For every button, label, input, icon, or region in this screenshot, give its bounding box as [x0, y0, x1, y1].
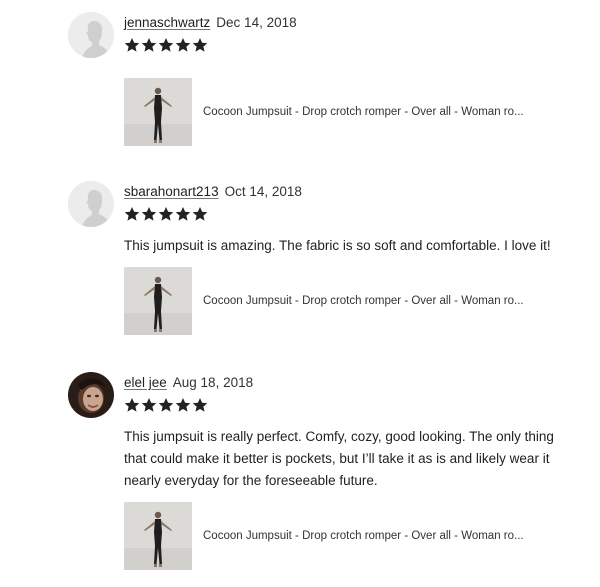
star-icon — [175, 38, 191, 52]
review-meta: elel jee Aug 18, 2018 — [124, 374, 253, 392]
star-rating — [124, 397, 208, 417]
star-icon — [158, 207, 174, 221]
product-title[interactable]: Cocoon Jumpsuit - Drop crotch romper - O… — [203, 295, 543, 307]
review-date: Aug 18, 2018 — [172, 375, 254, 390]
review-date: Dec 14, 2018 — [216, 15, 297, 30]
star-icon — [158, 38, 174, 52]
star-icon — [158, 398, 174, 412]
star-icon — [124, 207, 140, 221]
product-title[interactable]: Cocoon Jumpsuit - Drop crotch romper - O… — [203, 530, 543, 542]
star-icon — [192, 398, 208, 412]
review-text: This jumpsuit is really perfect. Comfy, … — [124, 429, 554, 488]
star-rating — [124, 37, 208, 57]
reviewer-username[interactable]: jennaschwartz — [124, 15, 210, 30]
reviewer-username[interactable]: sbarahonart213 — [124, 184, 219, 199]
purchased-product-link[interactable]: Cocoon Jumpsuit - Drop crotch romper - O… — [124, 502, 543, 570]
review-meta: jennaschwartz Dec 14, 2018 — [124, 14, 297, 32]
star-icon — [175, 207, 191, 221]
star-icon — [141, 398, 157, 412]
star-icon — [124, 38, 140, 52]
review-meta: sbarahonart213 Oct 14, 2018 — [124, 183, 302, 201]
purchased-product-link[interactable]: Cocoon Jumpsuit - Drop crotch romper - O… — [124, 267, 543, 335]
default-avatar-icon[interactable] — [68, 181, 114, 227]
review-date: Oct 14, 2018 — [224, 184, 302, 199]
reviewer-username[interactable]: elel jee — [124, 375, 167, 390]
star-icon — [141, 207, 157, 221]
product-thumbnail[interactable] — [124, 78, 192, 146]
product-thumbnail[interactable] — [124, 267, 192, 335]
product-title[interactable]: Cocoon Jumpsuit - Drop crotch romper - O… — [203, 106, 543, 118]
product-thumbnail[interactable] — [124, 502, 192, 570]
star-rating — [124, 206, 208, 226]
default-avatar-icon[interactable] — [68, 12, 114, 58]
star-icon — [141, 38, 157, 52]
star-icon — [124, 398, 140, 412]
user-avatar[interactable] — [68, 372, 114, 418]
star-icon — [192, 207, 208, 221]
purchased-product-link[interactable]: Cocoon Jumpsuit - Drop crotch romper - O… — [124, 78, 543, 146]
review-text: This jumpsuit is amazing. The fabric is … — [124, 238, 551, 253]
star-icon — [175, 398, 191, 412]
star-icon — [192, 38, 208, 52]
